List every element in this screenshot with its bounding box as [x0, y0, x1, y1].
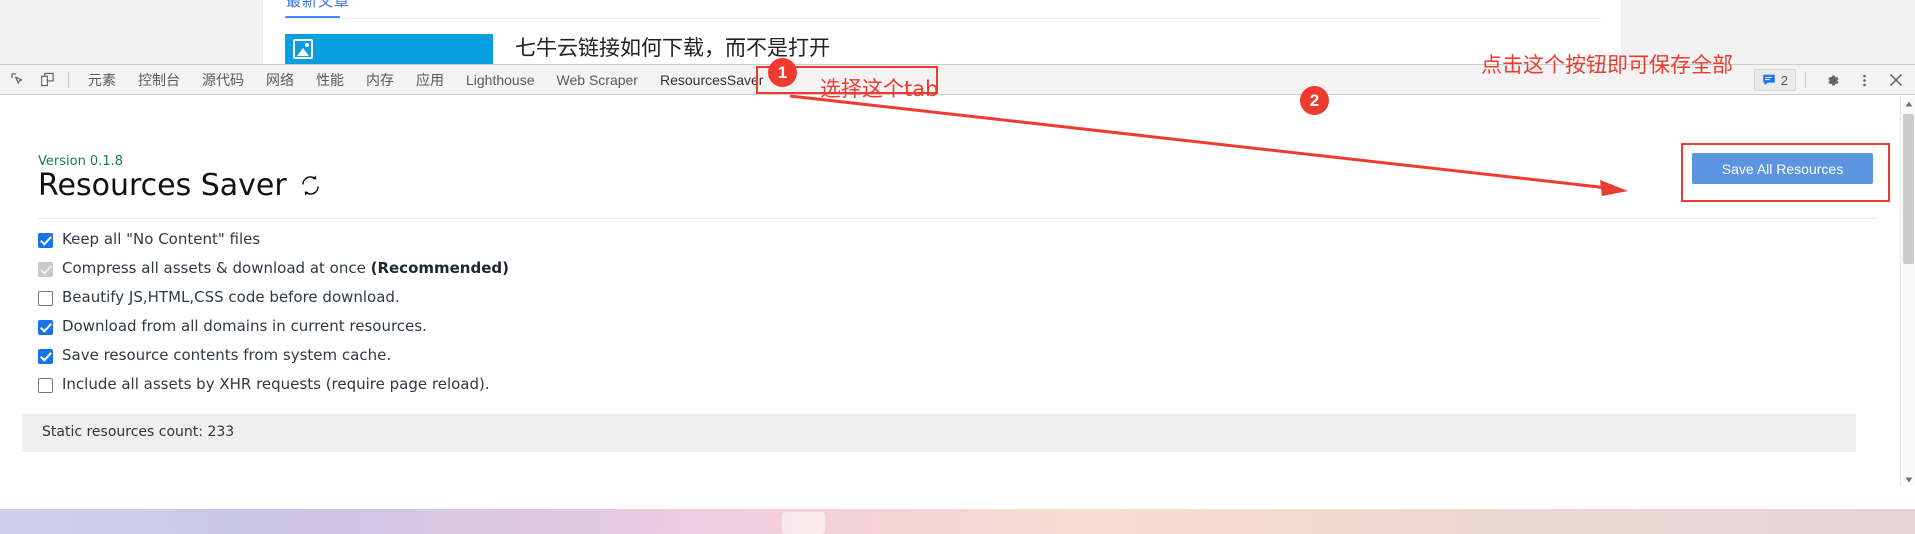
os-taskbar[interactable] — [0, 509, 1915, 534]
tab-performance[interactable]: 性能 — [305, 65, 355, 95]
scrollbar-up-arrow-icon[interactable] — [1901, 96, 1915, 111]
message-icon — [1763, 74, 1775, 86]
panel-scrollbar[interactable] — [1900, 96, 1915, 487]
option-label-emphasis: (Recommended) — [370, 259, 509, 277]
option-label: Download from all domains in current res… — [62, 317, 427, 335]
option-label: Save resource contents from system cache… — [62, 346, 392, 364]
version-label: Version 0.1.8 — [38, 154, 124, 169]
checkbox-xhr-assets[interactable] — [38, 378, 53, 393]
save-all-resources-button[interactable]: Save All Resources — [1692, 153, 1873, 184]
toolbar-divider — [68, 71, 69, 88]
checkbox-system-cache[interactable] — [38, 349, 53, 364]
screenshot-root: 最新文章 七牛云链接如何下载，而不是打开 元素 控制台 源代码 网络 性能 内存… — [0, 0, 1915, 534]
option-row-all-domains[interactable]: Download from all domains in current res… — [38, 316, 509, 345]
panel-divider — [38, 218, 1878, 219]
devtools-tab-list: 元素 控制台 源代码 网络 性能 内存 应用 Lighthouse Web Sc… — [77, 65, 774, 95]
page-tab-label[interactable]: 最新文章 — [286, 0, 350, 11]
status-bar: Static resources count: 233 — [22, 414, 1856, 452]
page-divider — [285, 18, 1601, 19]
refresh-icon[interactable] — [299, 174, 322, 197]
gear-icon[interactable] — [1819, 67, 1845, 93]
inspect-element-icon[interactable] — [4, 67, 30, 93]
page-title: Resources Saver — [38, 168, 322, 203]
option-label-text: Compress all assets & download at once — [62, 259, 371, 277]
tab-elements[interactable]: 元素 — [77, 65, 127, 95]
option-label: Include all assets by XHR requests (requ… — [62, 375, 490, 393]
devtools-toolbar-right: 2 — [1753, 65, 1909, 95]
below-devtools-area — [0, 486, 1915, 534]
device-toolbar-icon[interactable] — [34, 67, 60, 93]
page-title-text: Resources Saver — [38, 168, 287, 203]
option-row-beautify[interactable]: Beautify JS,HTML,CSS code before downloa… — [38, 287, 509, 316]
resources-saver-panel: Version 0.1.8 Resources Saver Keep all "… — [0, 96, 1915, 487]
checkbox-beautify[interactable] — [38, 291, 53, 306]
kebab-menu-icon[interactable] — [1851, 67, 1877, 93]
devtools-window: 元素 控制台 源代码 网络 性能 内存 应用 Lighthouse Web Sc… — [0, 64, 1915, 487]
option-label: Compress all assets & download at once (… — [62, 258, 509, 279]
checkbox-keep-no-content[interactable] — [38, 233, 53, 248]
option-label: Keep all "No Content" files — [62, 230, 261, 248]
tab-web-scraper[interactable]: Web Scraper — [546, 65, 649, 95]
option-row-keep-no-content[interactable]: Keep all "No Content" files — [38, 229, 509, 258]
taskbar-item[interactable] — [782, 512, 825, 534]
close-icon[interactable] — [1883, 67, 1909, 93]
tab-lighthouse[interactable]: Lighthouse — [455, 65, 546, 95]
save-button-wrapper: Save All Resources — [1681, 143, 1890, 202]
toolbar-right-divider — [1805, 72, 1806, 88]
checkbox-compress-all — [38, 262, 53, 277]
option-row-xhr-assets[interactable]: Include all assets by XHR requests (requ… — [38, 374, 509, 403]
tab-sources[interactable]: 源代码 — [191, 65, 255, 95]
tab-memory[interactable]: 内存 — [355, 65, 405, 95]
web-page-area: 最新文章 七牛云链接如何下载，而不是打开 — [0, 0, 1915, 64]
article-headline[interactable]: 七牛云链接如何下载，而不是打开 — [515, 32, 830, 62]
page-card: 最新文章 七牛云链接如何下载，而不是打开 — [262, 0, 1622, 64]
image-placeholder-icon — [293, 39, 313, 59]
scrollbar-down-arrow-icon[interactable] — [1901, 472, 1915, 487]
option-row-compress-all[interactable]: Compress all assets & download at once (… — [38, 258, 509, 287]
static-resources-count: Static resources count: 233 — [42, 424, 235, 440]
article-thumbnail[interactable] — [285, 34, 493, 64]
checkbox-all-domains[interactable] — [38, 320, 53, 335]
options-list: Keep all "No Content" files Compress all… — [38, 229, 509, 403]
message-count: 2 — [1780, 72, 1788, 88]
tab-console[interactable]: 控制台 — [127, 65, 191, 95]
tab-resources-saver[interactable]: ResourcesSaver — [649, 65, 775, 95]
tab-highlight-box — [756, 66, 938, 94]
tab-application[interactable]: 应用 — [405, 65, 455, 95]
tab-network[interactable]: 网络 — [255, 65, 305, 95]
option-row-system-cache[interactable]: Save resource contents from system cache… — [38, 345, 509, 374]
option-label: Beautify JS,HTML,CSS code before downloa… — [62, 288, 400, 306]
scrollbar-thumb[interactable] — [1903, 114, 1914, 264]
message-count-chip[interactable]: 2 — [1753, 69, 1796, 91]
devtools-toolbar: 元素 控制台 源代码 网络 性能 内存 应用 Lighthouse Web Sc… — [0, 65, 1915, 95]
